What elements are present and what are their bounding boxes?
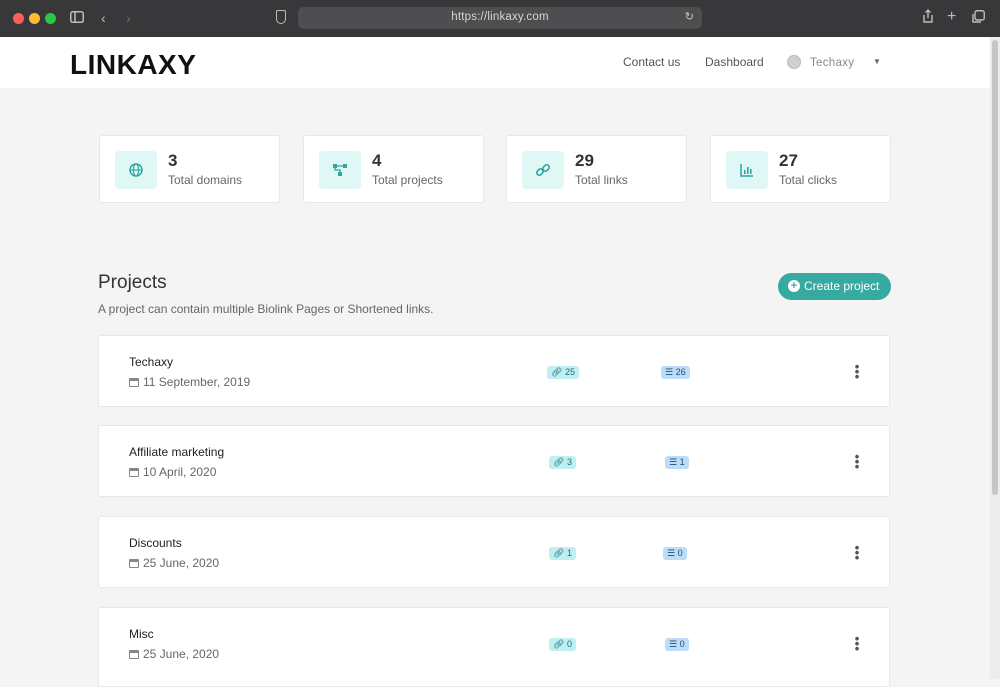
project-row[interactable]: Techaxy 11 September, 2019 🔗︎ 25 ☰ 26 • •… bbox=[98, 335, 890, 407]
calendar-icon bbox=[129, 650, 139, 659]
project-date: 10 April, 2020 bbox=[129, 465, 216, 479]
site-header: LINKAXY Contact us Dashboard Techaxy ▼ bbox=[0, 37, 990, 88]
globe-icon bbox=[115, 151, 157, 189]
chart-icon: ☰ bbox=[669, 457, 678, 467]
link-icon bbox=[522, 151, 564, 189]
address-bar[interactable]: https://linkaxy.com ↻ bbox=[298, 7, 702, 29]
link-icon: 🔗︎ bbox=[553, 457, 565, 467]
projects-title: Projects bbox=[98, 272, 167, 293]
caret-down-icon[interactable]: ▼ bbox=[873, 57, 881, 66]
stat-value: 3 bbox=[168, 151, 178, 170]
links-count-badge: 🔗︎ 25 bbox=[547, 366, 579, 379]
clicks-count-badge: ☰ 1 bbox=[665, 456, 689, 469]
create-project-label: Create project bbox=[804, 279, 880, 293]
more-options-icon[interactable]: • • • bbox=[854, 632, 860, 655]
clicks-count: 0 bbox=[677, 548, 683, 558]
scrollbar-thumb[interactable] bbox=[992, 40, 998, 495]
project-row[interactable]: Affiliate marketing 10 April, 2020 🔗︎ 3 … bbox=[98, 425, 890, 497]
avatar[interactable] bbox=[787, 55, 801, 69]
maximize-window-button[interactable] bbox=[45, 13, 56, 24]
clicks-count-badge: ☰ 0 bbox=[663, 547, 687, 560]
project-date-text: 10 April, 2020 bbox=[143, 465, 217, 479]
projects-description: A project can contain multiple Biolink P… bbox=[98, 302, 434, 316]
stat-card-links: 29 Total links bbox=[506, 135, 687, 203]
links-count: 0 bbox=[566, 639, 572, 649]
clicks-count: 26 bbox=[675, 367, 686, 377]
site-logo[interactable]: LINKAXY bbox=[70, 51, 196, 79]
stat-label: Total domains bbox=[168, 173, 243, 187]
links-count: 1 bbox=[566, 548, 572, 558]
create-project-button[interactable]: + Create project bbox=[778, 273, 891, 300]
links-count-badge: 🔗︎ 3 bbox=[549, 456, 576, 469]
project-date: 11 September, 2019 bbox=[129, 375, 250, 389]
more-options-icon[interactable]: • • • bbox=[854, 450, 860, 473]
project-date-text: 25 June, 2020 bbox=[143, 556, 220, 570]
close-window-button[interactable] bbox=[13, 13, 24, 24]
share-icon[interactable] bbox=[922, 9, 934, 27]
calendar-icon bbox=[129, 559, 139, 568]
clicks-count-badge: ☰ 0 bbox=[665, 638, 689, 651]
project-name[interactable]: Misc bbox=[129, 627, 154, 641]
reload-icon[interactable]: ↻ bbox=[685, 10, 694, 23]
stat-value: 29 bbox=[575, 151, 594, 170]
project-name[interactable]: Discounts bbox=[129, 536, 182, 550]
stat-value: 27 bbox=[779, 151, 798, 170]
forward-icon[interactable]: › bbox=[126, 9, 131, 27]
project-date-text: 25 June, 2020 bbox=[143, 647, 220, 661]
stat-card-domains: 3 Total domains bbox=[99, 135, 280, 203]
calendar-icon bbox=[129, 468, 139, 477]
project-date: 25 June, 2020 bbox=[129, 556, 219, 570]
links-count-badge: 🔗︎ 1 bbox=[549, 547, 576, 560]
clicks-count: 0 bbox=[679, 639, 685, 649]
back-icon[interactable]: ‹ bbox=[101, 9, 106, 27]
user-name[interactable]: Techaxy bbox=[810, 57, 854, 69]
links-count-badge: 🔗︎ 0 bbox=[549, 638, 576, 651]
more-options-icon[interactable]: • • • bbox=[854, 541, 860, 564]
new-tab-icon[interactable]: + bbox=[947, 8, 956, 26]
stat-label: Total projects bbox=[372, 173, 443, 187]
browser-toolbar: ‹ › https://linkaxy.com ↻ + bbox=[0, 0, 1000, 37]
clicks-count-badge: ☰ 26 bbox=[661, 366, 690, 379]
stat-value: 4 bbox=[372, 151, 382, 170]
project-date-text: 11 September, 2019 bbox=[143, 375, 251, 389]
nav-contact-link[interactable]: Contact us bbox=[623, 55, 680, 69]
chart-icon: ☰ bbox=[665, 367, 674, 377]
clicks-count: 1 bbox=[679, 457, 685, 467]
project-row[interactable]: Discounts 25 June, 2020 🔗︎ 1 ☰ 0 • • • bbox=[98, 516, 890, 588]
project-name[interactable]: Techaxy bbox=[129, 355, 173, 369]
stat-label: Total links bbox=[575, 173, 628, 187]
more-options-icon[interactable]: • • • bbox=[854, 360, 860, 383]
project-row[interactable]: Misc 25 June, 2020 🔗︎ 0 ☰ 0 • • • bbox=[98, 607, 890, 687]
link-icon: 🔗︎ bbox=[553, 548, 565, 558]
stat-card-clicks: 27 Total clicks bbox=[710, 135, 891, 203]
minimize-window-button[interactable] bbox=[29, 13, 40, 24]
calendar-icon bbox=[129, 378, 139, 387]
sidebar-toggle-icon[interactable] bbox=[70, 9, 84, 27]
project-name[interactable]: Affiliate marketing bbox=[129, 445, 224, 459]
chart-icon: ☰ bbox=[667, 548, 676, 558]
links-count: 25 bbox=[564, 367, 575, 377]
link-icon: 🔗︎ bbox=[553, 639, 565, 649]
links-count: 3 bbox=[566, 457, 572, 467]
stat-card-projects: 4 Total projects bbox=[303, 135, 484, 203]
project-tree-icon bbox=[319, 151, 361, 189]
plus-circle-icon: + bbox=[788, 280, 800, 292]
chart-icon: ☰ bbox=[669, 639, 678, 649]
chart-icon bbox=[726, 151, 768, 189]
nav-dashboard-link[interactable]: Dashboard bbox=[705, 55, 764, 69]
address-url: https://linkaxy.com bbox=[451, 11, 549, 23]
privacy-shield-icon[interactable] bbox=[276, 10, 286, 24]
project-date: 25 June, 2020 bbox=[129, 647, 219, 661]
stat-label: Total clicks bbox=[779, 173, 838, 187]
link-icon: 🔗︎ bbox=[551, 367, 563, 377]
tab-overview-icon[interactable] bbox=[972, 9, 985, 27]
